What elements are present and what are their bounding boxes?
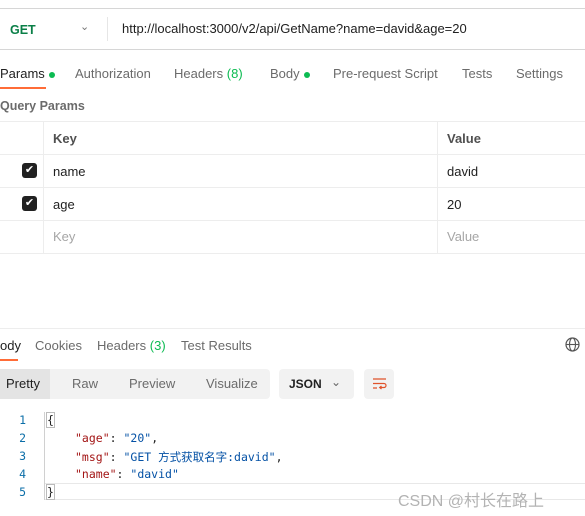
param-key[interactable]: name xyxy=(53,164,86,179)
code-brace: { xyxy=(46,412,55,428)
tab-cookies[interactable]: Cookies xyxy=(35,338,82,353)
divider xyxy=(43,121,44,254)
method-select[interactable]: GET xyxy=(10,23,36,37)
section-title: Query Params xyxy=(0,99,85,113)
url-bar: GET ⌄ http://localhost:3000/v2/api/GetNa… xyxy=(0,8,585,50)
preview-button[interactable]: Preview xyxy=(129,369,175,399)
tab-count: (8) xyxy=(226,66,243,81)
line-number: 4 xyxy=(19,467,26,481)
tab-body-response[interactable]: ody xyxy=(0,338,21,353)
json-value: "20" xyxy=(123,431,152,445)
json-value: "GET 方式获取名字:david" xyxy=(123,450,276,464)
comma: , xyxy=(275,450,283,464)
wrap-icon xyxy=(373,378,387,390)
key-input[interactable]: Key xyxy=(53,229,75,244)
divider xyxy=(0,328,585,329)
tab-label: Headers xyxy=(97,338,147,353)
watermark: CSDN @村长在路上 xyxy=(398,493,545,510)
divider xyxy=(0,121,585,122)
checkbox-checked-icon[interactable]: ✔ xyxy=(22,163,37,178)
line-number: 3 xyxy=(19,449,26,463)
line-number: 5 xyxy=(19,485,26,499)
chevron-down-icon[interactable]: ⌄ xyxy=(80,20,89,33)
json-key: "msg" xyxy=(75,450,110,464)
tab-count: (3) xyxy=(149,338,166,353)
json-value: "david" xyxy=(130,467,179,481)
tab-tests[interactable]: Tests xyxy=(462,66,492,81)
tab-label: Headers xyxy=(174,66,224,81)
tab-label: Params xyxy=(0,66,45,81)
tab-settings[interactable]: Settings xyxy=(516,66,563,81)
tab-headers[interactable]: Headers (8) xyxy=(174,66,243,81)
tab-params[interactable]: Params xyxy=(0,66,55,81)
tab-headers-response[interactable]: Headers (3) xyxy=(97,338,166,353)
tab-pre-request-script[interactable]: Pre-request Script xyxy=(333,66,438,81)
param-value[interactable]: david xyxy=(447,164,478,179)
active-tab-underline xyxy=(0,359,18,361)
column-header-value: Value xyxy=(447,131,481,146)
value-input[interactable]: Value xyxy=(447,229,479,244)
divider xyxy=(0,253,585,254)
pretty-button[interactable]: Pretty xyxy=(0,369,50,399)
format-label: JSON xyxy=(289,377,322,391)
format-select[interactable]: JSON ⌄ xyxy=(279,369,354,399)
url-input[interactable]: http://localhost:3000/v2/api/GetName?nam… xyxy=(122,21,467,36)
code-line: "age": "20", xyxy=(75,431,159,445)
column-header-key: Key xyxy=(53,131,77,146)
active-tab-underline xyxy=(0,87,46,89)
tab-authorization[interactable]: Authorization xyxy=(75,66,151,81)
raw-button[interactable]: Raw xyxy=(72,369,98,399)
tab-label: Body xyxy=(270,66,300,81)
indicator-dot xyxy=(48,71,55,78)
divider xyxy=(107,17,108,41)
tab-body[interactable]: Body xyxy=(270,66,310,81)
wrap-lines-button[interactable] xyxy=(364,369,394,399)
param-key[interactable]: age xyxy=(53,197,75,212)
indicator-dot xyxy=(303,71,310,78)
chevron-down-icon: ⌄ xyxy=(331,375,342,389)
divider xyxy=(437,121,438,254)
divider xyxy=(0,220,585,221)
tab-test-results[interactable]: Test Results xyxy=(181,338,252,353)
json-key: "age" xyxy=(75,431,110,445)
line-number: 2 xyxy=(19,431,26,445)
code-line: "msg": "GET 方式获取名字:david", xyxy=(75,450,283,464)
checkbox-checked-icon[interactable]: ✔ xyxy=(22,196,37,211)
line-number: 1 xyxy=(19,413,26,427)
param-value[interactable]: 20 xyxy=(447,197,461,212)
globe-icon[interactable] xyxy=(565,337,580,352)
divider xyxy=(0,187,585,188)
comma: , xyxy=(151,431,159,445)
code-line: "name": "david" xyxy=(75,467,179,481)
indent-guide xyxy=(44,412,45,500)
code-brace: } xyxy=(46,484,55,500)
visualize-button[interactable]: Visualize xyxy=(206,369,258,399)
view-mode-group: Pretty Raw Preview Visualize xyxy=(0,369,270,399)
divider xyxy=(0,154,585,155)
json-key: "name" xyxy=(75,467,117,481)
